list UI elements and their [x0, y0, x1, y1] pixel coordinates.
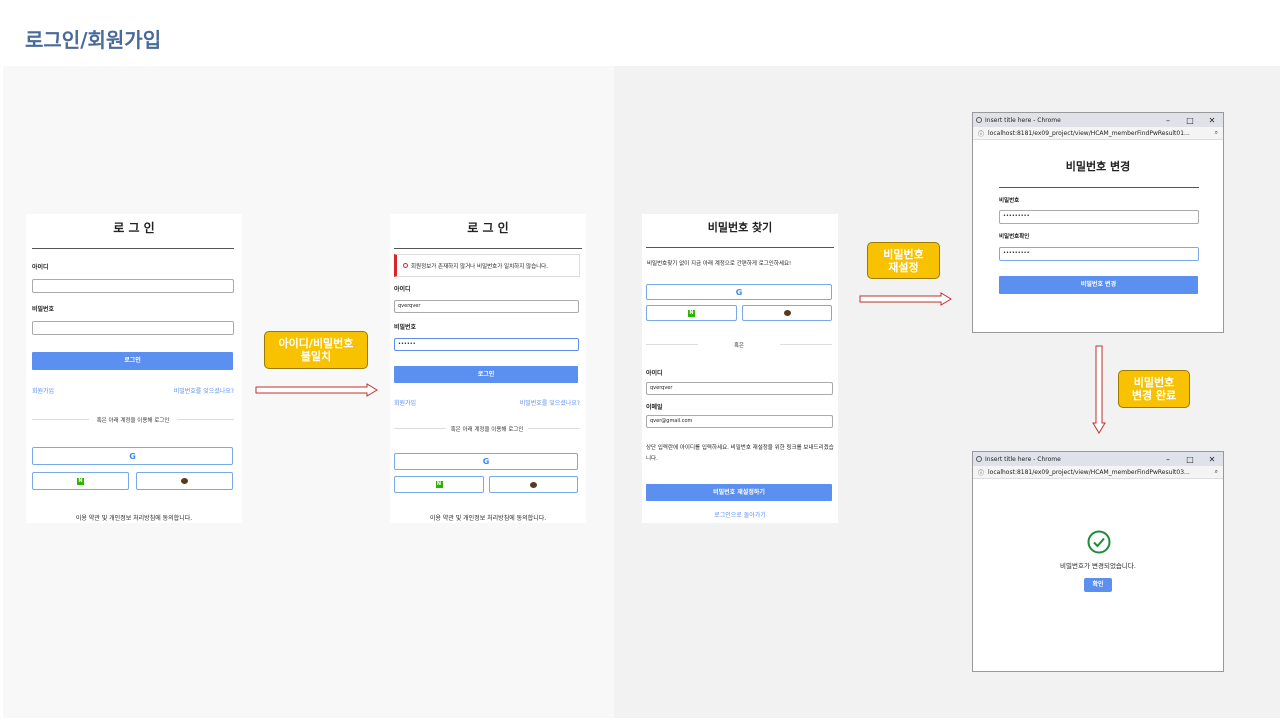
id-input[interactable]: qverqver: [394, 300, 579, 313]
id-label: 아이디: [394, 286, 411, 293]
social-separator: 혹은 아래 계정을 이용해 로그인: [32, 416, 234, 424]
id-label: 아이디: [646, 370, 663, 377]
close-icon[interactable]: ✕: [1201, 455, 1223, 464]
kakao-login-button[interactable]: [742, 305, 832, 321]
minimize-icon[interactable]: –: [1157, 455, 1179, 464]
check-circle-icon: [1087, 530, 1111, 554]
url-text: localhost:8181/ex09_project/view/HCAM_me…: [988, 468, 1190, 476]
window-title: Insert title here - Chrome: [985, 116, 1061, 124]
address-bar[interactable]: ⓘ localhost:8181/ex09_project/view/HCAM_…: [973, 127, 1223, 140]
login-title: 로 그 인: [113, 221, 155, 235]
ok-button[interactable]: 확인: [1084, 578, 1112, 592]
window-titlebar: Insert title here - Chrome – □ ✕: [973, 452, 1223, 466]
pw-input[interactable]: ••••••: [394, 338, 579, 351]
pw-confirm-input[interactable]: •••••••••: [999, 247, 1199, 261]
naver-login-button[interactable]: N: [32, 472, 129, 490]
search-icon: ⌕: [1214, 129, 1218, 136]
new-pw-input[interactable]: •••••••••: [999, 210, 1199, 224]
chrome-icon: [976, 456, 982, 462]
arrow-right-icon: [255, 383, 378, 397]
pw-label: 비밀번호: [999, 198, 1020, 204]
change-pw-title: 비밀번호 변경: [1065, 160, 1131, 173]
kakao-icon: [530, 481, 537, 488]
find-pw-title: 비밀번호 찾기: [707, 221, 773, 234]
login-error-card: 로 그 인 회원정보가 존재하지 않거나 비밀번호가 일치하지 않습니다. 아이…: [390, 214, 586, 523]
naver-icon: N: [77, 477, 84, 485]
maximize-icon[interactable]: □: [1179, 455, 1201, 464]
kakao-login-button[interactable]: [489, 476, 578, 493]
change-pw-window: Insert title here - Chrome – □ ✕ ⓘ local…: [972, 112, 1224, 333]
forgot-pw-link[interactable]: 비밀번호를 잊으셨나요?: [174, 386, 234, 395]
id-input[interactable]: [32, 279, 234, 293]
divider: [32, 248, 234, 249]
back-to-login-link[interactable]: 로그인으로 돌아가기: [642, 510, 838, 519]
change-pw-button[interactable]: 비밀번호 변경: [999, 276, 1198, 294]
minimize-icon[interactable]: –: [1157, 116, 1179, 125]
find-pw-info: 상단 입력란에 아이디를 입력하세요. 비밀번호 재설정을 위한 링크를 보내드…: [646, 445, 834, 462]
find-pw-card: 비밀번호 찾기 비밀번호찾기 없이 지금 아래 계정으로 간편하게 로그인하세요…: [642, 214, 838, 523]
kakao-login-button[interactable]: [136, 472, 233, 490]
url-text: localhost:8181/ex09_project/view/HCAM_me…: [988, 129, 1190, 137]
google-login-button[interactable]: G: [394, 453, 578, 470]
find-pw-description: 비밀번호찾기 없이 지금 아래 계정으로 간편하게 로그인하세요!: [647, 261, 792, 267]
address-bar[interactable]: ⓘ localhost:8181/ex09_project/view/HCAM_…: [973, 466, 1223, 479]
complete-message: 비밀번호가 변경되었습니다.: [1060, 562, 1136, 570]
chrome-icon: [976, 117, 982, 123]
or-separator: 혹은: [646, 341, 833, 349]
reset-note: 비밀번호 재설정: [867, 242, 940, 279]
naver-login-button[interactable]: N: [646, 305, 737, 321]
google-login-button[interactable]: G: [646, 284, 832, 300]
signup-link[interactable]: 회원가입: [32, 386, 54, 395]
maximize-icon[interactable]: □: [1179, 116, 1201, 125]
login-button[interactable]: 로그인: [32, 352, 233, 370]
login-title: 로 그 인: [467, 221, 509, 235]
google-login-button[interactable]: G: [32, 447, 233, 465]
google-icon: G: [735, 287, 743, 297]
social-separator: 혹은 아래 계정을 이용해 로그인: [394, 425, 581, 433]
naver-icon: N: [435, 481, 443, 488]
terms-text: 이용 약관 및 개인정보 처리방침에 동의합니다.: [429, 515, 547, 522]
google-icon: G: [482, 457, 490, 466]
id-input[interactable]: qverqver: [646, 382, 833, 395]
google-icon: G: [129, 451, 136, 461]
pw-input[interactable]: [32, 321, 234, 335]
kakao-icon: [181, 478, 188, 484]
arrow-right-icon: [859, 292, 952, 306]
email-input[interactable]: qver@gmail.com: [646, 415, 833, 428]
error-icon: [403, 263, 408, 268]
window-title: Insert title here - Chrome: [985, 455, 1061, 463]
error-message: 회원정보가 존재하지 않거나 비밀번호가 일치하지 않습니다.: [411, 263, 548, 270]
signup-link[interactable]: 회원가입: [394, 398, 416, 407]
error-alert: 회원정보가 존재하지 않거나 비밀번호가 일치하지 않습니다.: [394, 254, 580, 277]
divider: [646, 247, 834, 248]
info-icon: ⓘ: [978, 130, 985, 138]
login-card: 로 그 인 아이디 비밀번호 로그인 회원가입 비밀번호를 잊으셨나요? 혹은 …: [26, 214, 242, 523]
login-button[interactable]: 로그인: [394, 366, 578, 383]
divider: [394, 248, 582, 249]
divider: [999, 187, 1199, 188]
pw-label: 비밀번호: [32, 306, 55, 313]
close-icon[interactable]: ✕: [1201, 116, 1223, 125]
pw-confirm-label: 비밀번호확인: [999, 234, 1030, 240]
naver-icon: N: [688, 309, 695, 317]
search-icon: ⌕: [1214, 468, 1218, 475]
id-label: 아이디: [32, 264, 49, 271]
email-label: 이메일: [646, 404, 663, 411]
kakao-icon: [783, 310, 791, 316]
window-titlebar: Insert title here - Chrome – □ ✕: [973, 113, 1223, 127]
mismatch-note: 아이디/비밀번호 불일치: [264, 331, 368, 369]
complete-note: 비밀번호 변경 완료: [1118, 370, 1190, 408]
page-title: 로그인/회원가입: [25, 28, 162, 52]
info-icon: ⓘ: [978, 469, 985, 477]
terms-text: 이용 약관 및 개인정보 처리방침에 동의합니다.: [75, 515, 193, 522]
naver-login-button[interactable]: N: [394, 476, 484, 493]
complete-window: Insert title here - Chrome – □ ✕ ⓘ local…: [972, 451, 1224, 672]
pw-label: 비밀번호: [394, 324, 417, 331]
reset-pw-button[interactable]: 비밀번호 재설정하기: [646, 484, 832, 501]
forgot-pw-link[interactable]: 비밀번호를 잊으셨나요?: [520, 398, 580, 407]
arrow-down-icon: [1092, 345, 1106, 434]
